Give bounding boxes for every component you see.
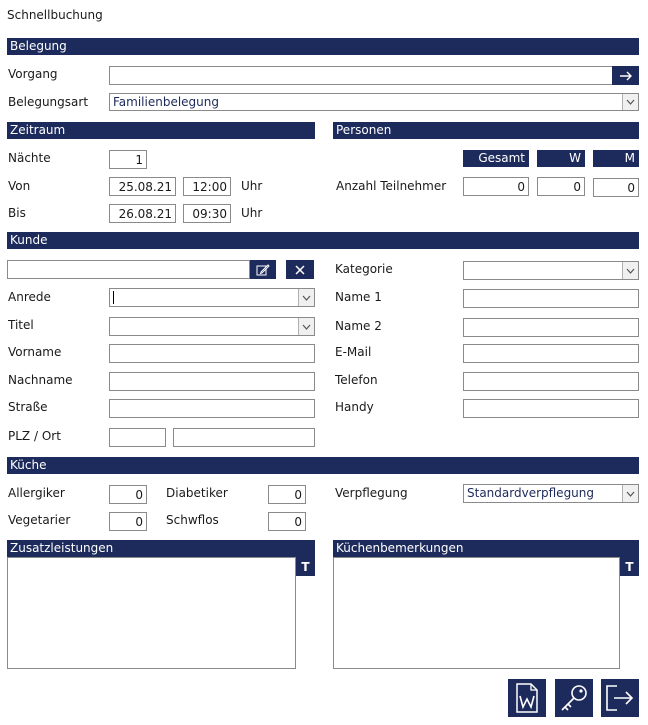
- verpflegung-label: Verpflegung: [335, 486, 408, 500]
- email-label: E-Mail: [335, 345, 372, 359]
- section-header-kunde: Kunde: [7, 232, 639, 249]
- vegetarier-input[interactable]: [109, 512, 147, 531]
- column-header-gesamt: Gesamt: [463, 150, 529, 167]
- column-header-w: W: [537, 150, 585, 167]
- word-document-icon: [516, 683, 538, 713]
- verpflegung-select[interactable]: Standardverpflegung: [463, 484, 639, 503]
- belegungsart-value: Familienbelegung: [113, 95, 219, 109]
- kunde-search-input[interactable]: [7, 260, 250, 279]
- handy-input[interactable]: [463, 399, 639, 418]
- vorgang-input[interactable]: [109, 66, 613, 85]
- zusatzleistungen-text-button[interactable]: T: [296, 557, 315, 576]
- titel-label: Titel: [8, 318, 34, 332]
- allergiker-label: Allergiker: [8, 486, 65, 500]
- telefon-label: Telefon: [335, 373, 378, 387]
- word-export-button[interactable]: [508, 679, 546, 717]
- plz-ort-label: PLZ / Ort: [8, 429, 61, 443]
- schwflos-label: Schwflos: [166, 513, 219, 527]
- ort-input[interactable]: [173, 428, 315, 447]
- chevron-down-icon: [622, 262, 638, 279]
- allergiker-input[interactable]: [109, 485, 147, 504]
- chevron-down-icon: [622, 485, 638, 502]
- kuechenbemerkungen-textarea[interactable]: [333, 557, 620, 669]
- diabetiker-input[interactable]: [268, 485, 306, 504]
- strasse-label: Straße: [8, 400, 48, 414]
- anrede-label: Anrede: [8, 290, 51, 304]
- vorgang-go-button[interactable]: [612, 66, 639, 85]
- verpflegung-value: Standardverpflegung: [467, 486, 595, 500]
- edit-icon: [256, 263, 270, 275]
- plz-input[interactable]: [109, 428, 166, 447]
- clear-button[interactable]: [286, 260, 314, 279]
- m-input[interactable]: [593, 178, 639, 197]
- bis-uhr-label: Uhr: [241, 206, 263, 220]
- name1-input[interactable]: [463, 289, 639, 308]
- bis-date-input[interactable]: [109, 204, 176, 223]
- chevron-down-icon: [622, 94, 638, 110]
- belegungsart-select[interactable]: Familienbelegung: [109, 93, 639, 111]
- naechte-label: Nächte: [8, 151, 51, 165]
- handy-label: Handy: [335, 400, 374, 414]
- von-label: Von: [8, 179, 31, 193]
- email-input[interactable]: [463, 344, 639, 363]
- anzahl-teilnehmer-label: Anzahl Teilnehmer: [336, 179, 447, 193]
- bis-label: Bis: [8, 206, 26, 220]
- kategorie-select[interactable]: [463, 261, 639, 280]
- zusatzleistungen-textarea[interactable]: [7, 557, 296, 669]
- vegetarier-label: Vegetarier: [8, 513, 71, 527]
- strasse-input[interactable]: [109, 399, 315, 418]
- anrede-select[interactable]: [109, 288, 315, 307]
- telefon-input[interactable]: [463, 372, 639, 391]
- section-header-kuechenbemerkungen: Küchenbemerkungen: [333, 540, 639, 557]
- chevron-down-icon: [298, 289, 314, 306]
- vorname-label: Vorname: [8, 345, 62, 359]
- w-input[interactable]: [537, 177, 585, 196]
- section-header-personen: Personen: [333, 122, 639, 139]
- titel-select[interactable]: [109, 317, 315, 336]
- vorgang-label: Vorgang: [8, 67, 58, 81]
- section-header-kueche: Küche: [7, 457, 639, 474]
- nachname-label: Nachname: [8, 373, 73, 387]
- von-date-input[interactable]: [109, 177, 176, 196]
- key-icon: [561, 685, 587, 711]
- exit-icon: [606, 685, 634, 711]
- schwflos-input[interactable]: [268, 512, 306, 531]
- close-icon: [295, 264, 305, 275]
- edit-button[interactable]: [250, 260, 276, 279]
- window-title: Schnellbuchung: [7, 8, 103, 22]
- bis-time-input[interactable]: [183, 204, 231, 223]
- naechte-input[interactable]: [109, 150, 147, 169]
- von-time-input[interactable]: [183, 177, 231, 196]
- nachname-input[interactable]: [109, 372, 315, 391]
- name2-label: Name 2: [335, 319, 382, 333]
- vorname-input[interactable]: [109, 344, 315, 363]
- diabetiker-label: Diabetiker: [166, 486, 228, 500]
- section-header-zusatzleistungen: Zusatzleistungen: [7, 540, 315, 557]
- belegungsart-label: Belegungsart: [8, 95, 89, 109]
- key-button[interactable]: [555, 679, 593, 717]
- gesamt-input[interactable]: [463, 177, 529, 196]
- section-header-zeitraum: Zeitraum: [7, 122, 315, 139]
- arrow-right-icon: [619, 71, 632, 80]
- name1-label: Name 1: [335, 290, 382, 304]
- column-header-m: M: [593, 150, 639, 167]
- kategorie-label: Kategorie: [335, 262, 393, 276]
- section-header-belegung: Belegung: [7, 38, 639, 55]
- text-cursor: [113, 291, 114, 304]
- exit-button[interactable]: [601, 679, 639, 717]
- kuechenbemerkungen-text-button[interactable]: T: [620, 557, 639, 576]
- chevron-down-icon: [298, 318, 314, 335]
- von-uhr-label: Uhr: [241, 179, 263, 193]
- name2-input[interactable]: [463, 318, 639, 337]
